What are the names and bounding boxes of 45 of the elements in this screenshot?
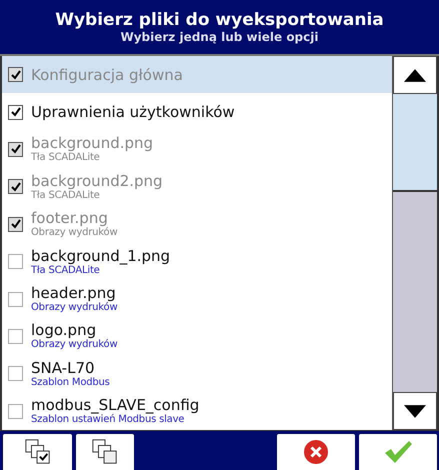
scroll-thumb[interactable]	[393, 94, 437, 192]
scrollbar[interactable]	[392, 56, 437, 430]
file-category: Szablon Modbus	[31, 376, 110, 389]
file-name: Konfiguracja główna	[31, 66, 183, 84]
file-category: Obrazy wydruków	[31, 339, 118, 352]
list-item[interactable]: modbus_SLAVE_config Szablon ustawień Modbus slave	[2, 392, 392, 430]
file-name: header.png	[31, 284, 116, 302]
select-all-button[interactable]	[3, 434, 72, 470]
list-item[interactable]: background_1.png Tła SCADALite	[2, 242, 392, 280]
list-item[interactable]: Uprawnienia użytkowników	[2, 93, 392, 131]
file-category: Tła SCADALite	[31, 152, 100, 164]
file-name: Uprawnienia użytkowników	[31, 103, 235, 122]
checkbox[interactable]	[8, 292, 23, 307]
file-category: Tła SCADALite	[31, 264, 101, 277]
cancel-button[interactable]	[277, 434, 355, 470]
checked-copies-icon	[24, 438, 52, 466]
file-name: modbus_SLAVE_config	[31, 396, 200, 414]
checkbox[interactable]	[8, 366, 23, 382]
dialog-subtitle: Wybierz jedną lub wiele opcji	[120, 30, 318, 44]
checkbox[interactable]	[8, 404, 23, 419]
file-name: background_1.png	[31, 246, 170, 265]
checkbox[interactable]	[8, 254, 23, 270]
file-category: Szablon ustawień Modbus slave	[31, 414, 186, 426]
close-icon	[303, 439, 329, 465]
list-item[interactable]: logo.png Obrazy wydruków	[2, 318, 392, 356]
checkbox[interactable]	[8, 104, 23, 120]
scroll-up-button[interactable]	[393, 56, 437, 94]
file-category: Obrazy wydruków	[31, 302, 118, 314]
deselect-all-button[interactable]	[76, 434, 134, 470]
copies-icon	[91, 438, 119, 466]
list-item[interactable]: SNA-L70 Szablon Modbus	[2, 355, 392, 393]
file-category: Obrazy wydruków	[31, 227, 118, 240]
up-arrow-icon	[404, 68, 426, 82]
file-name: background.png	[31, 134, 154, 152]
checkbox[interactable]	[8, 328, 23, 344]
dialog-title: Wybierz pliki do wyeksportowania	[55, 10, 384, 30]
file-name: logo.png	[31, 321, 96, 340]
file-name: background2.png	[31, 172, 163, 190]
scroll-down-button[interactable]	[393, 392, 437, 430]
check-icon	[383, 439, 413, 465]
file-name: SNA-L70	[31, 358, 96, 377]
list-item[interactable]: header.png Obrazy wydruków	[2, 280, 392, 318]
down-arrow-icon	[404, 404, 426, 418]
file-category: Tła SCADALite	[31, 190, 100, 202]
file-name: footer.png	[31, 209, 108, 228]
